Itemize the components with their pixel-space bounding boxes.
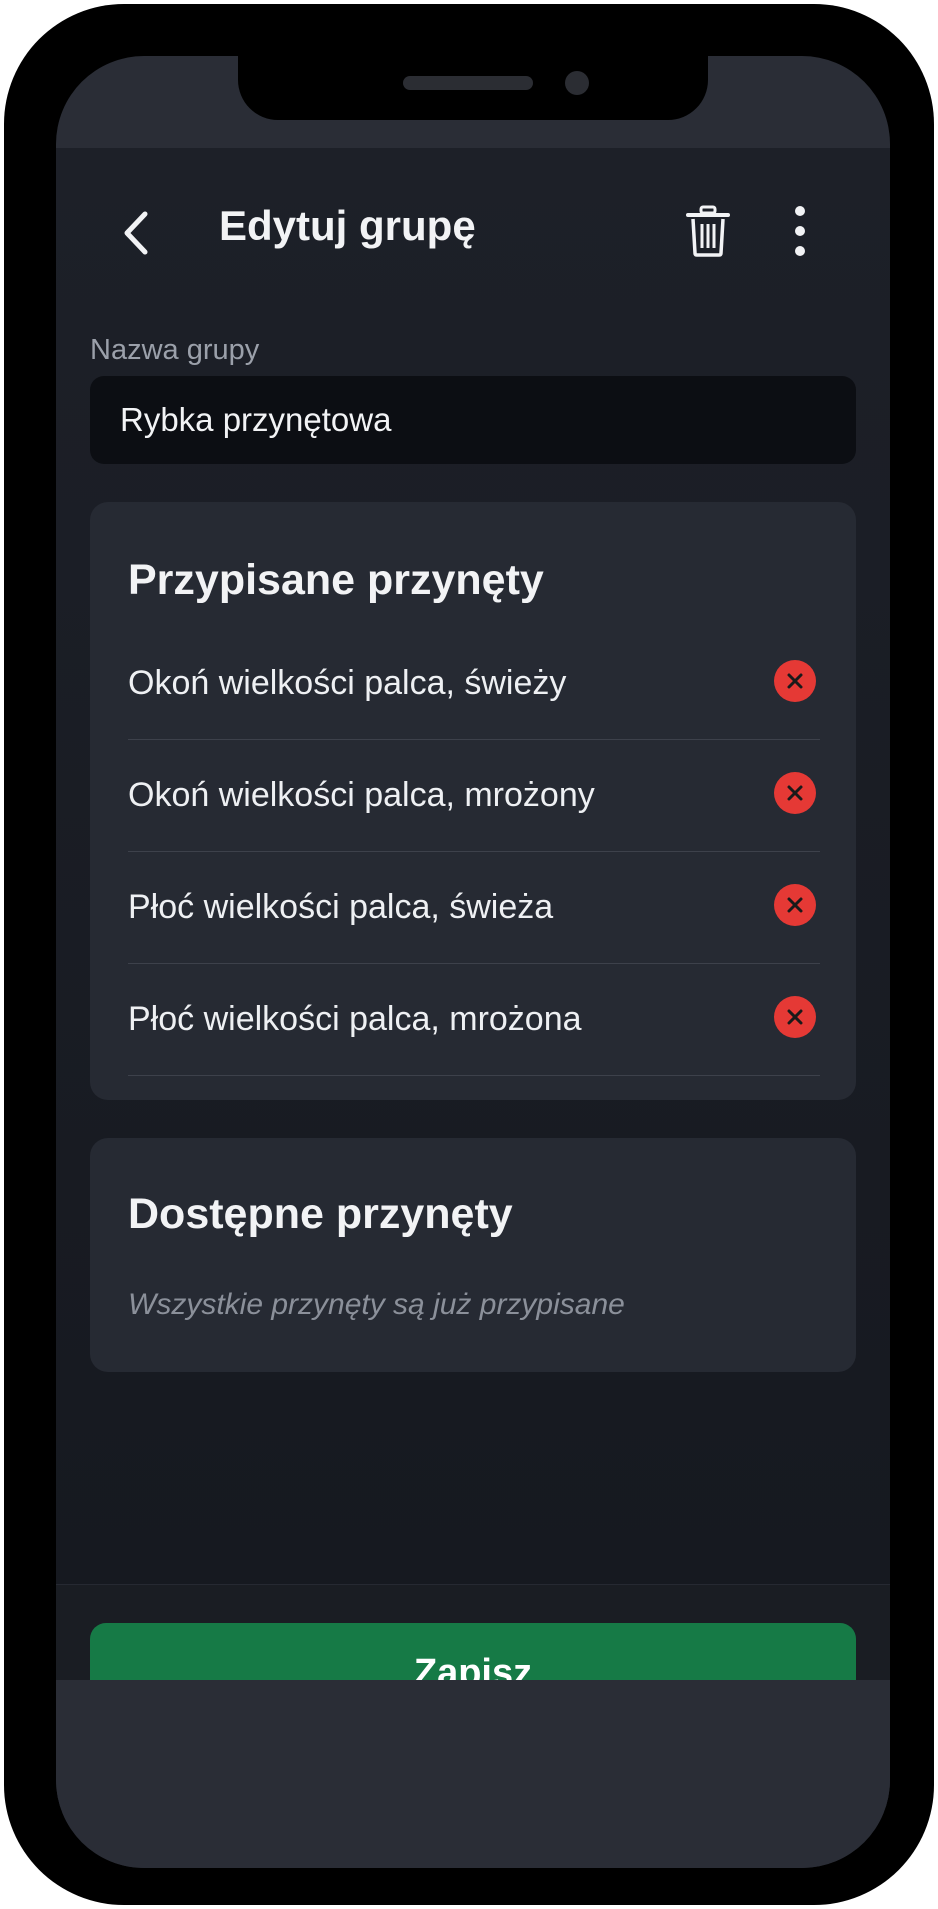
close-icon <box>787 785 803 801</box>
close-icon <box>787 897 803 913</box>
delete-group-button[interactable] <box>684 204 732 258</box>
available-baits-title: Dostępne przynęty <box>128 1190 513 1238</box>
assigned-baits-title: Przypisane przynęty <box>128 556 544 604</box>
app-header: Edytuj grupę <box>56 148 890 288</box>
back-button[interactable] <box>111 208 161 258</box>
save-button[interactable]: Zapisz <box>90 1623 856 1681</box>
phone-frame: Edytuj grupę Nazwa grupy Rybka przynętow… <box>4 4 934 1905</box>
more-vertical-icon <box>795 206 805 256</box>
camera-icon <box>565 71 589 95</box>
remove-bait-button[interactable] <box>774 660 816 702</box>
bait-label: Okoń wielkości palca, świeży <box>128 664 567 702</box>
notch <box>238 56 708 120</box>
bottom-safe-area <box>56 1680 890 1868</box>
page-title: Edytuj grupę <box>219 202 476 249</box>
available-baits-card: Dostępne przynęty Wszystkie przynęty są … <box>90 1138 856 1372</box>
list-item: Okoń wielkości palca, mrożony <box>128 740 820 852</box>
group-name-label: Nazwa grupy <box>90 334 260 366</box>
group-name-input[interactable]: Rybka przynętowa <box>90 376 856 464</box>
assigned-baits-card: Przypisane przynęty Okoń wielkości palca… <box>90 502 856 1100</box>
list-item: Okoń wielkości palca, świeży <box>128 628 820 740</box>
bait-label: Płoć wielkości palca, mrożona <box>128 1000 582 1038</box>
bait-label: Okoń wielkości palca, mrożony <box>128 776 595 814</box>
trash-icon <box>686 205 730 257</box>
remove-bait-button[interactable] <box>774 996 816 1038</box>
footer-bar: Zapisz <box>56 1584 890 1681</box>
assigned-baits-list: Okoń wielkości palca, świeży Okoń wielko… <box>128 628 820 1076</box>
app-content: Edytuj grupę Nazwa grupy Rybka przynętow… <box>56 148 890 1584</box>
speaker-grille <box>403 76 533 90</box>
remove-bait-button[interactable] <box>774 884 816 926</box>
available-baits-empty-text: Wszystkie przynęty są już przypisane <box>128 1288 625 1321</box>
bait-label: Płoć wielkości palca, świeża <box>128 888 554 926</box>
screen: Edytuj grupę Nazwa grupy Rybka przynętow… <box>56 56 890 1868</box>
close-icon <box>787 1009 803 1025</box>
list-item: Płoć wielkości palca, świeża <box>128 852 820 964</box>
more-options-button[interactable] <box>788 204 812 258</box>
remove-bait-button[interactable] <box>774 772 816 814</box>
close-icon <box>787 673 803 689</box>
list-item: Płoć wielkości palca, mrożona <box>128 964 820 1076</box>
chevron-left-icon <box>124 211 148 255</box>
